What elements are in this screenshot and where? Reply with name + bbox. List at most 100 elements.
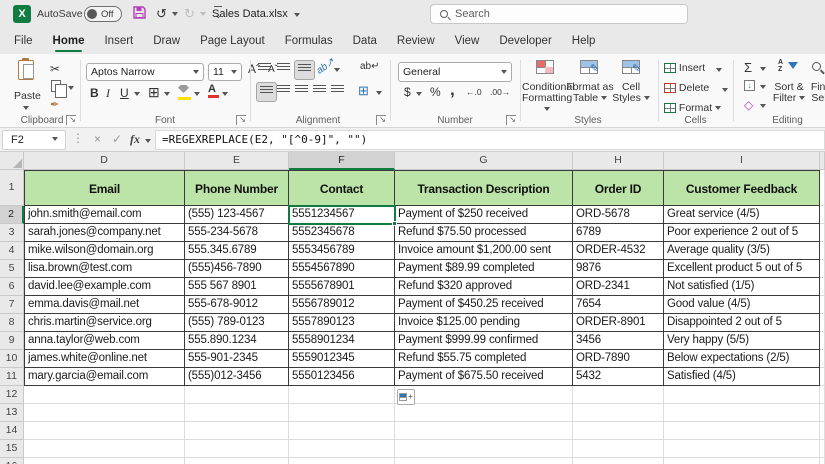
cell-E3[interactable]: 555-234-5678	[185, 224, 289, 242]
cell-I16[interactable]	[664, 458, 820, 464]
row-header-4[interactable]: 4	[0, 242, 24, 260]
cell-F8[interactable]: 5557890123	[289, 314, 395, 332]
row-header-15[interactable]: 15	[0, 440, 24, 458]
cell-G12[interactable]	[395, 386, 573, 404]
row-header-14[interactable]: 14	[0, 422, 24, 440]
orientation-dropdown-icon[interactable]	[334, 68, 340, 72]
format-cells-button[interactable]: Format	[664, 102, 721, 114]
column-header-F[interactable]: F	[289, 152, 395, 170]
cell-D9[interactable]: anna.taylor@web.com	[24, 332, 185, 350]
font-color-button[interactable]: A	[208, 83, 219, 98]
font-dialog-launcher[interactable]: ↘	[236, 115, 246, 125]
cell-I6[interactable]: Not satisfied (1/5)	[664, 278, 820, 296]
increase-decimal-button[interactable]: ←.0	[466, 87, 482, 97]
font-color-dropdown-icon[interactable]	[222, 92, 228, 96]
row-header-16[interactable]: 16	[0, 458, 24, 464]
tab-review[interactable]: Review	[397, 28, 435, 54]
autosum-dropdown-icon[interactable]	[760, 67, 766, 71]
cell-H16[interactable]	[573, 458, 664, 464]
autosum-button[interactable]: Σ	[744, 60, 752, 75]
fill-button[interactable]: ↓	[744, 79, 755, 91]
column-header-D[interactable]: D	[24, 152, 185, 170]
clear-dropdown-icon[interactable]	[760, 104, 766, 108]
cell-H14[interactable]	[573, 422, 664, 440]
underline-button[interactable]: U	[120, 86, 129, 100]
align-left-button[interactable]	[256, 82, 277, 102]
cell-G10[interactable]: Refund $55.75 completed	[395, 350, 573, 368]
cell-D7[interactable]: emma.davis@mail.net	[24, 296, 185, 314]
cell-E13[interactable]	[185, 404, 289, 422]
cell-I3[interactable]: Poor experience 2 out of 5	[664, 224, 820, 242]
cell-H2[interactable]: ORD-5678	[573, 206, 664, 224]
redo-dropdown-icon[interactable]	[200, 12, 206, 16]
select-all-button[interactable]	[0, 152, 24, 170]
delete-dropdown-icon[interactable]	[722, 88, 728, 92]
cell-G9[interactable]: Payment $999.99 confirmed	[395, 332, 573, 350]
cell-G4[interactable]: Invoice amount $1,200.00 sent	[395, 242, 573, 260]
cell-H10[interactable]: ORD-7890	[573, 350, 664, 368]
formula-input[interactable]: =REGEXREPLACE(E2, "[^0-9]", "")	[155, 130, 825, 150]
column-header-G[interactable]: G	[395, 152, 573, 170]
top-align-button[interactable]	[258, 63, 271, 75]
cell-G11[interactable]: Payment of $675.50 received	[395, 368, 573, 386]
number-format-combo[interactable]: General	[398, 62, 512, 82]
cell-E12[interactable]	[185, 386, 289, 404]
cell-D12[interactable]	[24, 386, 185, 404]
row-header-3[interactable]: 3	[0, 224, 24, 242]
cell-E14[interactable]	[185, 422, 289, 440]
cell-F14[interactable]	[289, 422, 395, 440]
format-as-table-button[interactable]: Format asTable	[566, 82, 614, 104]
copy-dropdown-icon[interactable]	[68, 86, 74, 90]
cell-D10[interactable]: james.white@online.net	[24, 350, 185, 368]
row-header-8[interactable]: 8	[0, 314, 24, 332]
alignment-dialog-launcher[interactable]: ↘	[376, 115, 386, 125]
cell-F12[interactable]	[289, 386, 395, 404]
row-header-13[interactable]: 13	[0, 404, 24, 422]
cell-G6[interactable]: Refund $320 approved	[395, 278, 573, 296]
cell-H13[interactable]	[573, 404, 664, 422]
cell-G16[interactable]	[395, 458, 573, 464]
cut-button[interactable]: ✂	[50, 62, 60, 76]
paste-button[interactable]	[18, 60, 34, 83]
row-header-7[interactable]: 7	[0, 296, 24, 314]
cell-I2[interactable]: Great service (4/5)	[664, 206, 820, 224]
find-select-button[interactable]: Find &Select	[806, 82, 825, 104]
cell-H3[interactable]: 6789	[573, 224, 664, 242]
paste-dropdown-icon[interactable]	[23, 106, 29, 110]
tab-insert[interactable]: Insert	[104, 28, 133, 54]
middle-align-button[interactable]	[277, 63, 290, 75]
format-painter-button[interactable]: ✒	[50, 98, 59, 111]
cell-I14[interactable]	[664, 422, 820, 440]
autosave-toggle[interactable]: Off	[84, 6, 122, 22]
cell-F3[interactable]: 5552345678	[289, 224, 395, 242]
row-header-2[interactable]: 2	[0, 206, 24, 224]
number-dialog-launcher[interactable]: ↘	[506, 115, 516, 125]
cell-D15[interactable]	[24, 440, 185, 458]
cell-F16[interactable]	[289, 458, 395, 464]
cell-H9[interactable]: 3456	[573, 332, 664, 350]
insert-cells-button[interactable]: Insert	[664, 62, 705, 74]
fill-color-button[interactable]	[178, 84, 191, 100]
currency-dropdown-icon[interactable]	[416, 92, 422, 96]
cell-I7[interactable]: Good value (4/5)	[664, 296, 820, 314]
cell-H8[interactable]: ORDER-8901	[573, 314, 664, 332]
cell-G5[interactable]: Payment $89.99 completed	[395, 260, 573, 278]
cell-E4[interactable]: 555.345.6789	[185, 242, 289, 260]
cell-H4[interactable]: ORDER-4532	[573, 242, 664, 260]
wrap-text-button[interactable]: ab↵	[360, 61, 380, 72]
tab-help[interactable]: Help	[572, 28, 596, 54]
undo-dropdown-icon[interactable]	[172, 12, 178, 16]
row-header-12[interactable]: 12	[0, 386, 24, 404]
font-size-combo[interactable]: 11	[208, 63, 242, 81]
tab-developer[interactable]: Developer	[499, 28, 551, 54]
sort-filter-button[interactable]: Sort &Filter	[768, 82, 810, 104]
bottom-align-button[interactable]	[294, 60, 315, 80]
search-box[interactable]: Search	[430, 4, 688, 24]
clear-button[interactable]: ◇	[744, 98, 753, 112]
cell-D14[interactable]	[24, 422, 185, 440]
cell-G3[interactable]: Refund $75.50 processed	[395, 224, 573, 242]
cell-I5[interactable]: Excellent product 5 out of 5	[664, 260, 820, 278]
cell-H7[interactable]: 7654	[573, 296, 664, 314]
italic-button[interactable]: I	[106, 86, 110, 101]
title-dropdown-icon[interactable]	[294, 13, 300, 17]
